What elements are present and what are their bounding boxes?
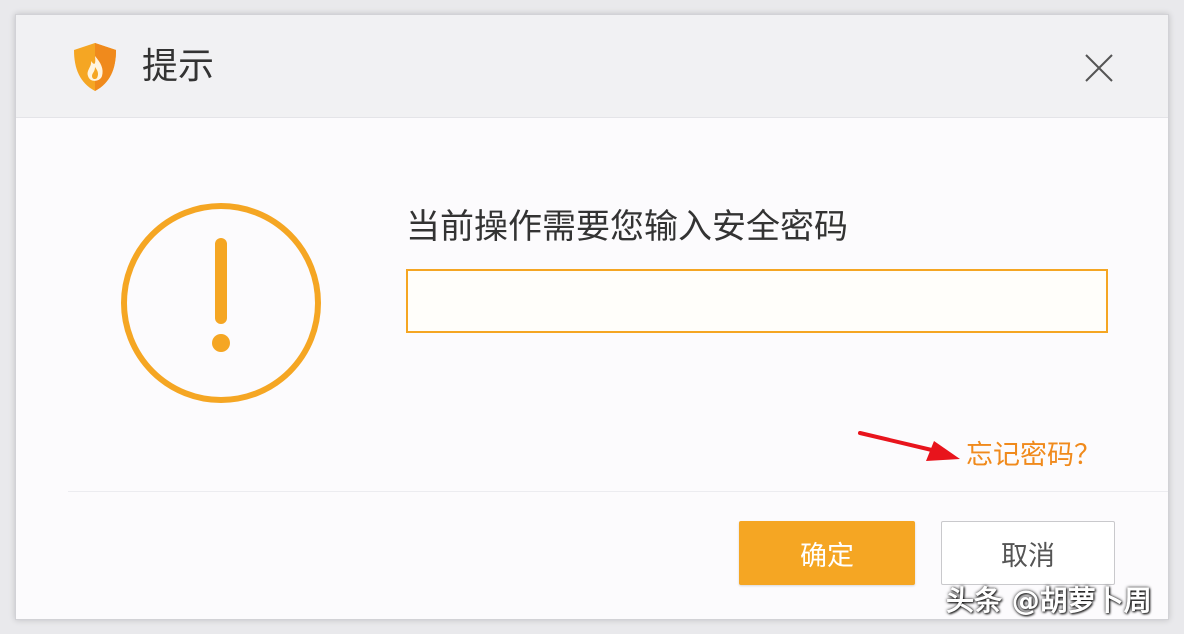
warning-circle-icon — [121, 203, 321, 403]
close-icon[interactable] — [1080, 49, 1118, 87]
security-password-input[interactable] — [406, 269, 1108, 333]
divider — [68, 491, 1168, 492]
ok-button[interactable]: 确定 — [739, 521, 915, 585]
red-arrow-icon — [858, 431, 960, 461]
cancel-button[interactable]: 取消 — [941, 521, 1115, 585]
flame-shield-icon — [74, 43, 116, 91]
forgot-password-link[interactable]: 忘记密码？ — [966, 439, 1101, 473]
watermark-text: 头条 @胡萝卜周 — [946, 584, 1152, 617]
security-password-dialog: 提示 当前操作需要您输入安全密码 忘记密码？ 确定 取消 — [15, 14, 1169, 620]
dialog-title-bar: 提示 — [16, 15, 1168, 118]
prompt-text: 当前操作需要您输入安全密码 — [406, 207, 848, 247]
dialog-title: 提示 — [142, 46, 215, 87]
